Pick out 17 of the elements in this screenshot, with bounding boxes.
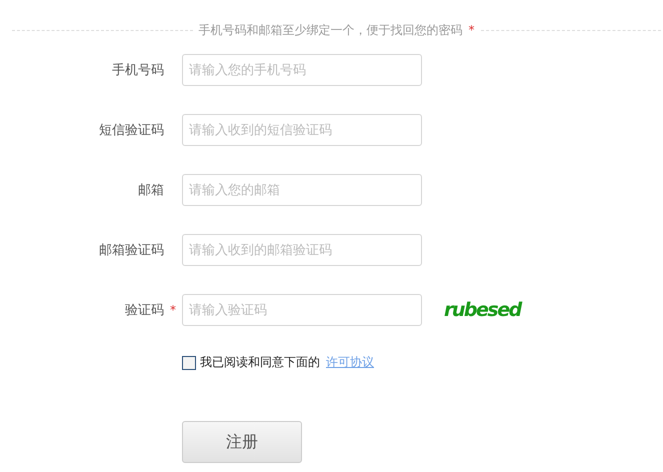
input-field[interactable]: 请输入您的手机号码 — [182, 54, 422, 86]
notice-text: 手机号码和邮箱至少绑定一个，便于找回您的密码 — [198, 22, 462, 38]
input-field[interactable]: 请输入验证码 — [182, 294, 422, 326]
register-button[interactable]: 注册 — [182, 421, 302, 463]
agreement-text: 我已阅读和同意下面的 — [200, 354, 320, 371]
field-label: 邮箱验证码 — [99, 242, 164, 259]
input-field[interactable]: 请输入收到的短信验证码 — [182, 114, 422, 146]
agreement-checkbox[interactable] — [182, 356, 196, 370]
field-label: 手机号码 — [112, 62, 164, 79]
input-field[interactable]: 请输入收到的邮箱验证码 — [182, 234, 422, 266]
field-label: 邮箱 — [138, 182, 164, 199]
field-label: 验证码 — [125, 302, 164, 319]
required-mark: * — [468, 23, 474, 37]
field-label: 短信验证码 — [99, 122, 164, 139]
input-field[interactable]: 请输入您的邮箱 — [182, 174, 422, 206]
required-mark: * — [170, 303, 176, 317]
captcha-text: rubesed — [444, 299, 521, 321]
